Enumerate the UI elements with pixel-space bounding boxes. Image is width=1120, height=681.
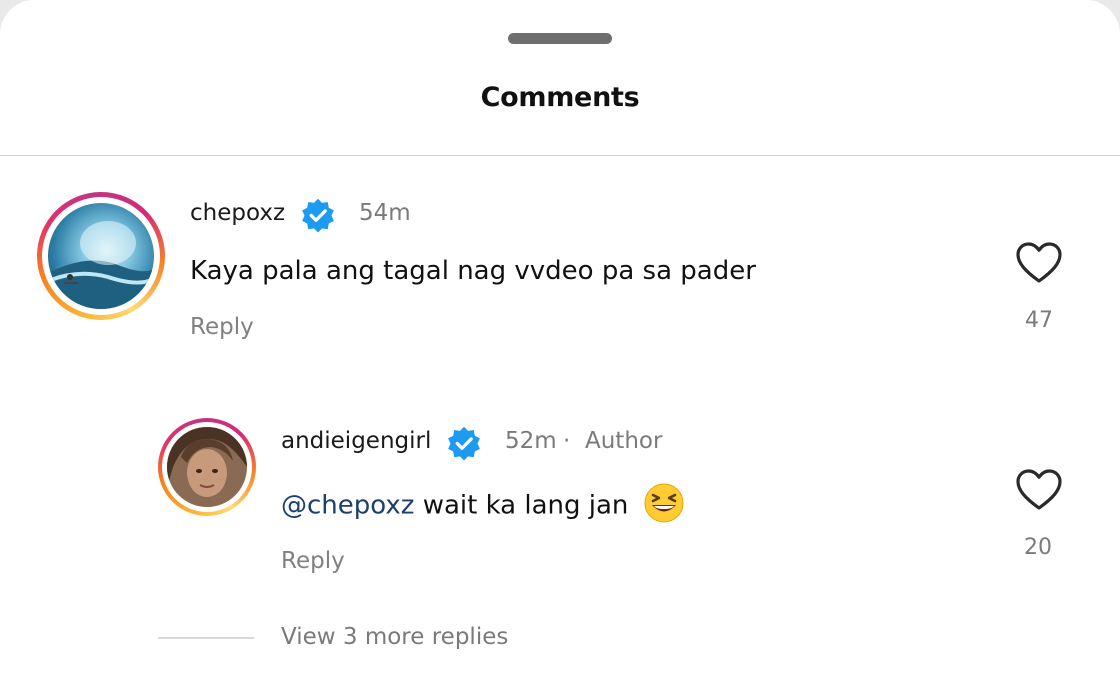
drag-handle[interactable]: [508, 33, 612, 44]
surf-wave-avatar-image: [48, 203, 154, 309]
meta-separator: ·: [563, 428, 571, 454]
like-count: 20: [1024, 535, 1052, 560]
heart-icon[interactable]: [1015, 241, 1063, 285]
avatar[interactable]: [37, 192, 165, 320]
reply-username[interactable]: andieigengirl: [281, 428, 431, 454]
author-badge: Author: [585, 428, 663, 454]
verified-badge-icon: [448, 426, 480, 461]
header-divider: [0, 155, 1120, 156]
comment-time: 54m: [359, 200, 411, 226]
reply-text-body: wait ka lang jan: [422, 490, 629, 521]
reply-button[interactable]: Reply: [281, 548, 345, 574]
thread-line: [158, 637, 254, 639]
comments-sheet: Comments chepoxz 54m Kaya pala ang tagal…: [0, 0, 1120, 681]
comment-username[interactable]: chepoxz: [190, 200, 285, 226]
reply-text: @chepoxz wait ka lang jan: [281, 483, 685, 524]
verified-badge-icon: [302, 198, 334, 233]
woman-portrait-avatar-image: [167, 427, 247, 507]
heart-icon[interactable]: [1015, 468, 1063, 512]
like-count: 47: [1025, 308, 1053, 333]
grinning-squinting-face-icon: [644, 483, 684, 523]
view-more-replies-button[interactable]: View 3 more replies: [281, 624, 508, 650]
reply-time: 52m: [505, 428, 557, 454]
sheet-title: Comments: [480, 82, 640, 113]
reply-button[interactable]: Reply: [190, 314, 254, 340]
comment-text: Kaya pala ang tagal nag vvdeo pa sa pade…: [190, 256, 756, 286]
avatar[interactable]: [158, 418, 256, 516]
mention-link[interactable]: @chepoxz: [281, 491, 414, 521]
